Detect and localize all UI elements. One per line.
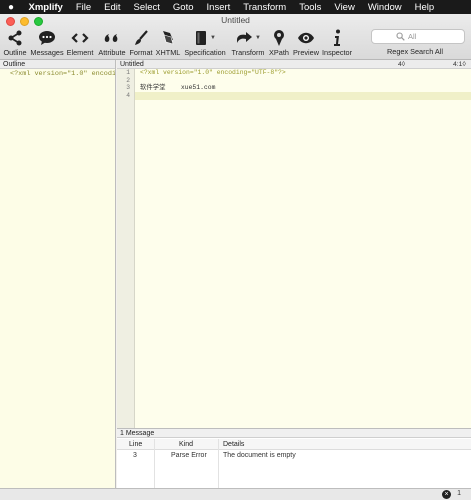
editor-tab-title: Untitled: [120, 61, 144, 68]
window-title: Untitled: [221, 15, 250, 25]
menu-bar: ● Xmplify File Edit Select Goto Insert T…: [0, 0, 471, 14]
xpath-button[interactable]: XPath: [267, 28, 291, 58]
element-navigator-popup[interactable]: 4◊: [398, 60, 405, 69]
messages-label: Messages: [30, 48, 64, 57]
code-line[interactable]: <?xml version="1.0" encoding="UTF-8"?>: [140, 69, 471, 77]
menu-file[interactable]: File: [69, 2, 97, 13]
format-button[interactable]: Format: [129, 28, 153, 58]
chevron-down-icon: ▼: [255, 34, 261, 41]
code-text-area[interactable]: <?xml version="1.0" encoding="UTF-8"?> 软…: [135, 69, 471, 100]
menu-transform[interactable]: Transform: [237, 2, 293, 13]
inspector-label: Inspector: [321, 48, 352, 57]
menu-insert[interactable]: Insert: [200, 2, 237, 13]
error-icon[interactable]: ×: [442, 490, 451, 499]
message-kind: Parse Error: [171, 452, 207, 459]
line-number-gutter: 1 2 3 4: [117, 69, 135, 428]
xhtml-label: XHTML: [155, 48, 181, 57]
transform-icon: ▼: [235, 28, 261, 47]
xhtml-icon: [160, 28, 176, 47]
specification-label: Specification: [184, 48, 226, 57]
chevron-down-icon: ▼: [210, 34, 216, 41]
menu-goto[interactable]: Goto: [166, 2, 200, 13]
column-divider: [218, 439, 219, 489]
outline-pane: Outline <?xml version="1.0" encoding=: [0, 60, 116, 488]
status-bar: × 1: [0, 488, 471, 500]
menu-tools[interactable]: Tools: [293, 2, 328, 13]
transform-button[interactable]: ▼ Transform: [230, 28, 266, 58]
line-number: 2: [126, 76, 130, 84]
attribute-button[interactable]: Attribute: [97, 28, 127, 58]
menu-view[interactable]: View: [328, 2, 361, 13]
attribute-icon: [103, 28, 121, 47]
messages-table-header: Line Kind Details: [117, 439, 471, 450]
column-header-kind[interactable]: Kind: [179, 439, 193, 450]
code-line[interactable]: 软件学堂 xue51.com: [140, 84, 471, 92]
attribute-label: Attribute: [98, 48, 126, 57]
column-divider: [154, 439, 155, 489]
cursor-position-popup[interactable]: 4:1◊: [453, 60, 466, 69]
preview-button[interactable]: Preview: [293, 28, 319, 58]
specification-button[interactable]: ▼ Specification: [183, 28, 227, 58]
outline-button[interactable]: Outline: [2, 28, 28, 58]
messages-icon: [38, 28, 56, 47]
regex-search-label: Regex Search All: [387, 47, 443, 56]
messages-button[interactable]: Messages: [30, 28, 64, 58]
messages-pane: 1 Message Line Kind Details 3 Parse Erro…: [117, 428, 471, 489]
line-number: 1: [126, 69, 130, 76]
element-label: Element: [66, 48, 94, 57]
inspector-button[interactable]: Inspector: [321, 28, 353, 58]
search-field[interactable]: All: [371, 29, 465, 44]
outline-icon: [7, 28, 23, 47]
message-line: 3: [133, 452, 137, 459]
eye-icon: [297, 28, 315, 47]
xpath-label: XPath: [269, 48, 289, 57]
line-number: 3: [126, 84, 130, 92]
menu-select[interactable]: Select: [127, 2, 166, 13]
outline-header: Outline: [0, 60, 115, 69]
menu-help[interactable]: Help: [408, 2, 441, 13]
message-details: The document is empty: [223, 452, 296, 459]
xhtml-button[interactable]: XHTML: [155, 28, 181, 58]
transform-label: Transform: [231, 48, 265, 57]
outline-label: Outline: [3, 48, 27, 57]
element-icon: [71, 28, 89, 47]
info-icon: [332, 28, 342, 47]
xpath-pin-icon: [272, 28, 286, 47]
messages-header: 1 Message: [117, 429, 471, 438]
current-code-line[interactable]: [135, 92, 471, 100]
apple-menu-icon[interactable]: ●: [0, 2, 22, 13]
brush-icon: [133, 28, 149, 47]
search-placeholder: All: [408, 32, 417, 41]
error-count: 1: [457, 490, 461, 497]
window-toolbar: Untitled Outline Messages Element Attrib…: [0, 14, 471, 60]
element-button[interactable]: Element: [66, 28, 94, 58]
line-number: 4: [126, 92, 130, 100]
table-row[interactable]: 3 Parse Error The document is empty: [117, 451, 471, 461]
column-header-details[interactable]: Details: [223, 439, 244, 450]
search-icon: [396, 32, 405, 43]
column-header-line[interactable]: Line: [129, 439, 142, 450]
preview-label: Preview: [293, 48, 319, 57]
format-label: Format: [129, 48, 153, 57]
book-icon: ▼: [194, 28, 216, 47]
menu-xmplify[interactable]: Xmplify: [22, 2, 69, 13]
editor-header: Untitled 4◊ 4:1◊: [117, 60, 471, 69]
menu-window[interactable]: Window: [361, 2, 408, 13]
menu-edit[interactable]: Edit: [98, 2, 127, 13]
outline-node-xml-declaration[interactable]: <?xml version="1.0" encoding=: [0, 69, 115, 78]
editor-pane[interactable]: Untitled 4◊ 4:1◊ 1 2 3 4 <?xml version="…: [117, 60, 471, 428]
